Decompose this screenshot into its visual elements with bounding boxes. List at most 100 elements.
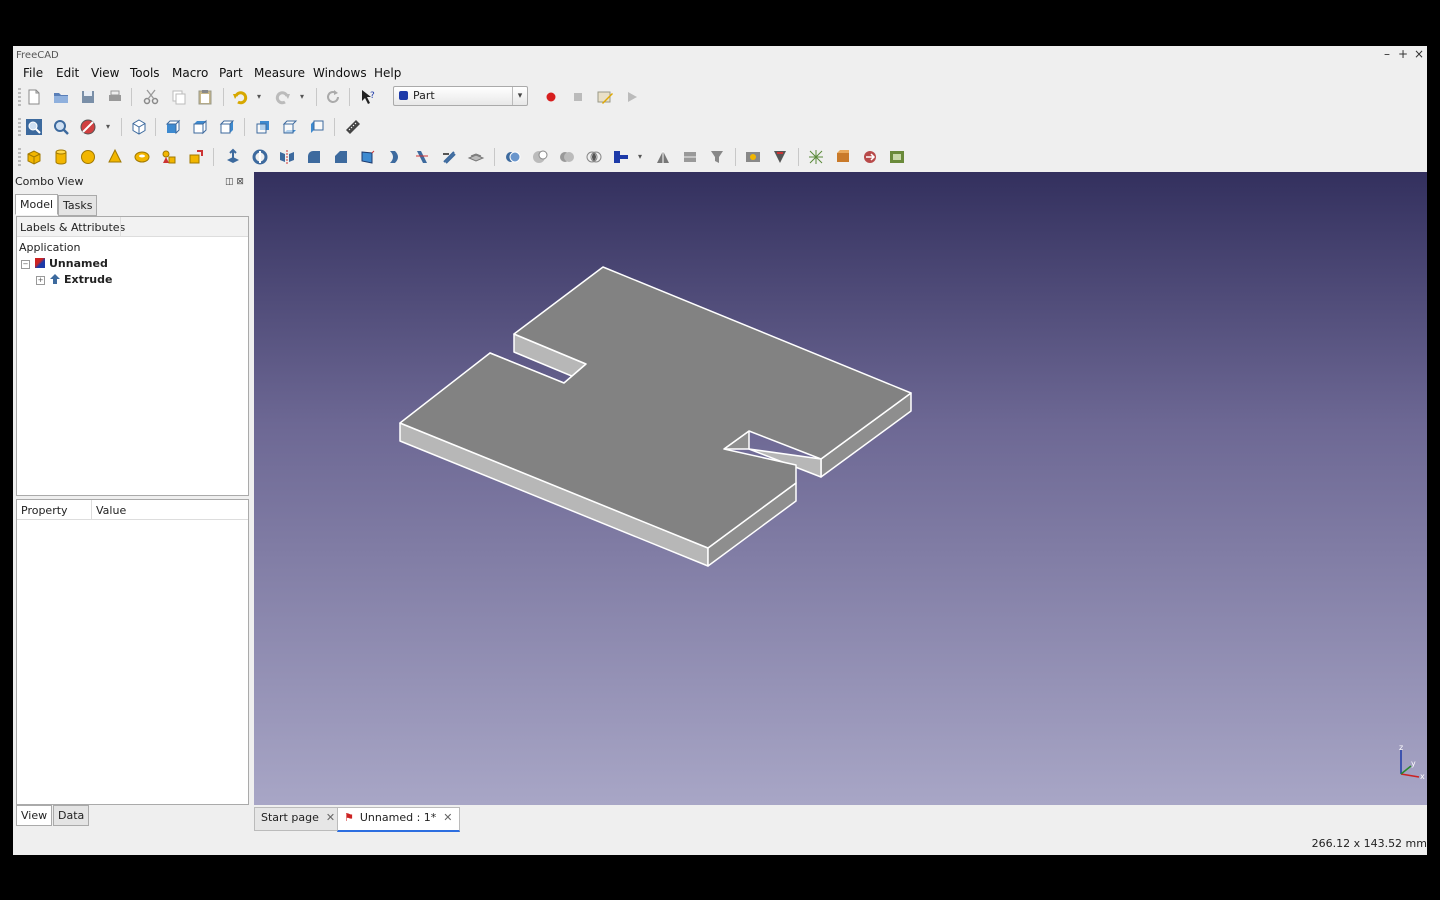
draw-style-icon[interactable] xyxy=(79,118,97,136)
join-dropdown-icon[interactable]: ▾ xyxy=(638,152,646,161)
close-window-icon[interactable]: × xyxy=(1413,47,1425,61)
common-icon[interactable] xyxy=(585,148,603,166)
chamfer-icon[interactable] xyxy=(332,148,350,166)
tab-view[interactable]: View xyxy=(16,805,53,826)
left-view-icon[interactable] xyxy=(308,118,326,136)
join-features-icon[interactable] xyxy=(612,148,630,166)
close-tab-icon[interactable]: ✕ xyxy=(326,811,335,824)
tree-item-unnamed[interactable]: Unnamed xyxy=(35,257,108,270)
tree-item-unnamed-label: Unnamed xyxy=(49,257,108,270)
close-tab-icon[interactable]: ✕ xyxy=(443,811,452,824)
open-icon[interactable] xyxy=(52,88,70,106)
paste-icon[interactable] xyxy=(196,88,214,106)
menu-measure[interactable]: Measure xyxy=(254,66,305,80)
bottom-view-icon[interactable] xyxy=(281,118,299,136)
menu-windows[interactable]: Windows xyxy=(313,66,367,80)
menu-view[interactable]: View xyxy=(91,66,119,80)
shape-from-mesh-icon[interactable] xyxy=(807,148,825,166)
redo-dropdown-icon[interactable]: ▾ xyxy=(300,92,308,101)
cut-icon[interactable] xyxy=(142,88,160,106)
redo-icon[interactable] xyxy=(274,88,292,106)
run-macro-icon[interactable] xyxy=(623,88,641,106)
menu-file[interactable]: File xyxy=(23,66,43,80)
tab-tasks[interactable]: Tasks xyxy=(58,195,98,216)
compound-icon[interactable] xyxy=(681,148,699,166)
record-macro-icon[interactable] xyxy=(542,88,560,106)
macro-editor-icon[interactable] xyxy=(596,88,614,106)
right-view-icon[interactable] xyxy=(218,118,236,136)
sphere-icon[interactable] xyxy=(79,148,97,166)
sweep-icon[interactable] xyxy=(440,148,458,166)
shape-builder-icon[interactable] xyxy=(187,148,205,166)
tree-item-extrude[interactable]: Extrude xyxy=(50,273,112,286)
fuse-icon[interactable] xyxy=(558,148,576,166)
menu-edit[interactable]: Edit xyxy=(56,66,79,80)
combo-view-title: Combo View xyxy=(15,175,84,188)
measure-icon[interactable] xyxy=(344,118,362,136)
toolbar-view: ▾ xyxy=(13,113,1427,141)
loft-icon[interactable] xyxy=(413,148,431,166)
cube-icon[interactable] xyxy=(25,148,43,166)
save-icon[interactable] xyxy=(79,88,97,106)
primitives-icon[interactable] xyxy=(160,148,178,166)
collapse-icon[interactable]: − xyxy=(21,260,30,269)
workbench-selector[interactable]: Part ▾ xyxy=(393,86,528,106)
menu-help[interactable]: Help xyxy=(374,66,401,80)
fillet-icon[interactable] xyxy=(305,148,323,166)
isometric-view-icon[interactable] xyxy=(130,118,148,136)
check-geometry-icon[interactable] xyxy=(744,148,762,166)
compound-filter-icon[interactable] xyxy=(708,148,726,166)
torus-icon[interactable] xyxy=(133,148,151,166)
menu-macro[interactable]: Macro xyxy=(172,66,208,80)
revolve-icon[interactable] xyxy=(251,148,269,166)
extrude-icon xyxy=(50,274,60,284)
rear-view-icon[interactable] xyxy=(254,118,272,136)
document-icon xyxy=(35,258,45,268)
expand-icon[interactable]: + xyxy=(36,276,45,285)
close-panel-icon[interactable]: ⊠ xyxy=(236,177,244,187)
fit-selection-icon[interactable] xyxy=(52,118,70,136)
tab-model[interactable]: Model xyxy=(15,194,59,215)
extrude-icon[interactable] xyxy=(224,148,242,166)
title-bar: FreeCAD – + × xyxy=(13,46,1427,64)
new-document-icon[interactable] xyxy=(25,88,43,106)
cone-icon[interactable] xyxy=(106,148,124,166)
extruded-plate-model[interactable] xyxy=(254,172,1427,805)
whats-this-icon[interactable]: ? xyxy=(359,88,377,106)
refresh-icon[interactable] xyxy=(324,88,342,106)
menu-bar: File Edit View Tools Macro Part Measure … xyxy=(13,64,1427,82)
menu-part[interactable]: Part xyxy=(219,66,243,80)
tab-start-page[interactable]: Start page ✕ xyxy=(254,807,343,831)
3d-viewport[interactable]: z x y xyxy=(254,172,1427,805)
cylinder-icon[interactable] xyxy=(52,148,70,166)
undo-dropdown-icon[interactable]: ▾ xyxy=(257,92,265,101)
print-icon[interactable] xyxy=(106,88,124,106)
undock-icon[interactable]: ◫ xyxy=(225,177,234,187)
create-simple-copy-icon[interactable] xyxy=(888,148,906,166)
section-icon[interactable] xyxy=(467,148,485,166)
convert-to-solid-icon[interactable] xyxy=(834,148,852,166)
cut-shape-icon[interactable] xyxy=(531,148,549,166)
tab-unnamed-label: Unnamed : 1* xyxy=(359,811,437,824)
ruled-surface-icon[interactable] xyxy=(386,148,404,166)
copy-icon[interactable] xyxy=(170,88,188,106)
maximize-icon[interactable]: + xyxy=(1397,47,1409,61)
split-icon[interactable] xyxy=(654,148,672,166)
make-face-icon[interactable] xyxy=(359,148,377,166)
fit-all-icon[interactable] xyxy=(25,118,43,136)
defeaturing-icon[interactable] xyxy=(771,148,789,166)
tab-unnamed[interactable]: ⚑ Unnamed : 1* ✕ xyxy=(337,807,460,832)
top-view-icon[interactable] xyxy=(191,118,209,136)
tab-data[interactable]: Data xyxy=(53,805,90,826)
reverse-shapes-icon[interactable] xyxy=(861,148,879,166)
minimize-icon[interactable]: – xyxy=(1381,47,1393,61)
front-view-icon[interactable] xyxy=(164,118,182,136)
boolean-icon[interactable] xyxy=(504,148,522,166)
stop-macro-icon[interactable] xyxy=(569,88,587,106)
mirror-icon[interactable] xyxy=(278,148,296,166)
draw-style-dropdown-icon[interactable]: ▾ xyxy=(106,122,114,131)
undo-icon[interactable] xyxy=(231,88,249,106)
workbench-label: Part xyxy=(413,89,435,102)
menu-tools[interactable]: Tools xyxy=(130,66,160,80)
toolbar-part: ▾ xyxy=(13,143,1427,171)
